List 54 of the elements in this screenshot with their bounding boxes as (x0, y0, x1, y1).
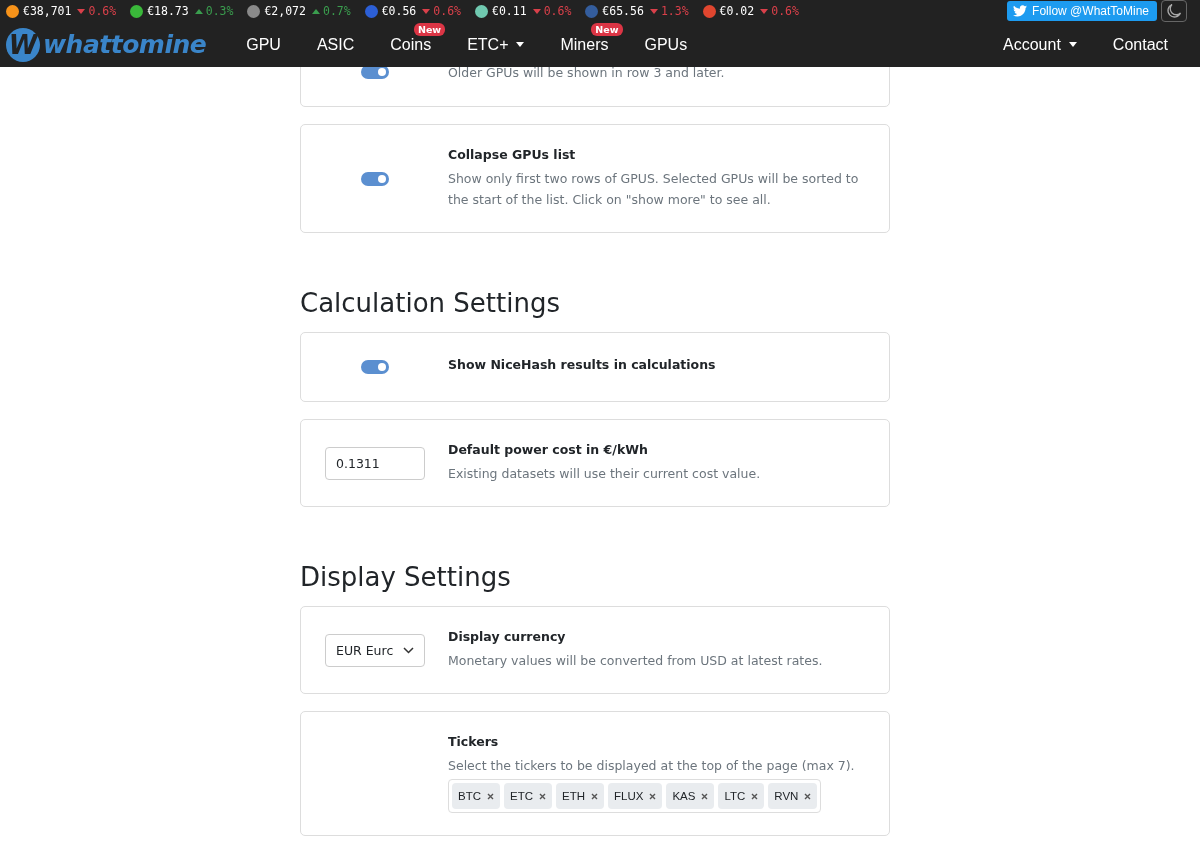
new-badge: New (413, 23, 446, 36)
nav-link[interactable]: Account (967, 35, 1077, 54)
ticker-price: €2,072 (264, 4, 306, 18)
nav-link[interactable]: ASIC (298, 35, 373, 54)
ticker-tag: ETC (504, 783, 552, 809)
setting-description: Show only first two rows of GPUS. Selected GPUs will be sorted to the start of the list. Click on "show more" to see all. (448, 170, 860, 209)
ticker-tag: ETH (556, 783, 604, 809)
setting-title: Default power cost in €/kWh (448, 442, 649, 457)
ticker-price: €38,701 (23, 4, 72, 18)
bird-icon (1013, 5, 1028, 17)
currency-select[interactable]: EUR Eurc (325, 633, 425, 667)
setting-title: Display currency (448, 629, 567, 644)
ticker-change: 0.6% (543, 4, 572, 18)
ticker-tag: LTC (718, 783, 765, 809)
nav-link[interactable]: Coins (372, 35, 450, 54)
ticker-price: €0.02 (719, 4, 755, 18)
ticker-change: 0.6% (433, 4, 461, 18)
input-field[interactable]: 0.1311 (325, 446, 425, 480)
nav-link[interactable]: ETC+ (449, 35, 543, 54)
section-heading: Calculation Settings (300, 288, 561, 318)
setting-title: Show NiceHash results in calculations (448, 356, 717, 372)
new-badge: New (591, 23, 623, 36)
ticker-tag: KAS (666, 783, 715, 809)
ticker-price: €18.73 (147, 4, 189, 18)
tag-field[interactable]: BTC ETC ETH FLUX KAS LTC RVN (448, 779, 822, 813)
ticker-price: €0.11 (492, 4, 527, 18)
ticker-change: 0.7% (322, 4, 351, 18)
ticker-price: €65.56 (602, 4, 644, 18)
setting-description: Older GPUs will be shown in row 3 and later. (448, 67, 726, 82)
toggle-switch[interactable] (361, 360, 389, 374)
setting-title: Collapse GPUs list (448, 147, 577, 162)
setting-description: Existing datasets will use their current cost value. (448, 465, 762, 483)
chevron-icon (403, 646, 414, 654)
ticker-tag: BTC (452, 783, 500, 809)
nav-link[interactable]: GPUs (626, 35, 706, 54)
ticker-change: 0.6% (88, 4, 117, 18)
logo[interactable]: W whattomine (6, 27, 207, 62)
ticker-change: 1.3% (660, 4, 689, 18)
nav-link[interactable]: Contact (1076, 35, 1168, 54)
ticker-tag: RVN (768, 783, 818, 809)
section-heading: Display Settings (300, 562, 512, 592)
toggle-switch[interactable] (361, 171, 389, 186)
theme-toggle-button[interactable] (1161, 0, 1187, 22)
ticker-price: €0.56 (381, 4, 417, 18)
nav-link[interactable]: GPU (228, 35, 299, 54)
nav-link[interactable]: Miners (542, 35, 627, 54)
ticker-change: 0.3% (205, 4, 234, 18)
moon-icon (1166, 3, 1182, 19)
toggle-switch[interactable] (361, 67, 389, 79)
setting-title: Tickers (448, 734, 500, 749)
ticker-change: 0.6% (771, 4, 799, 18)
setting-description: Select the tickers to be displayed at the top of the page (max 7). (448, 757, 856, 775)
setting-description: Monetary values will be converted from USD at latest rates. (448, 652, 824, 670)
ticker-tag: FLUX (608, 783, 663, 809)
